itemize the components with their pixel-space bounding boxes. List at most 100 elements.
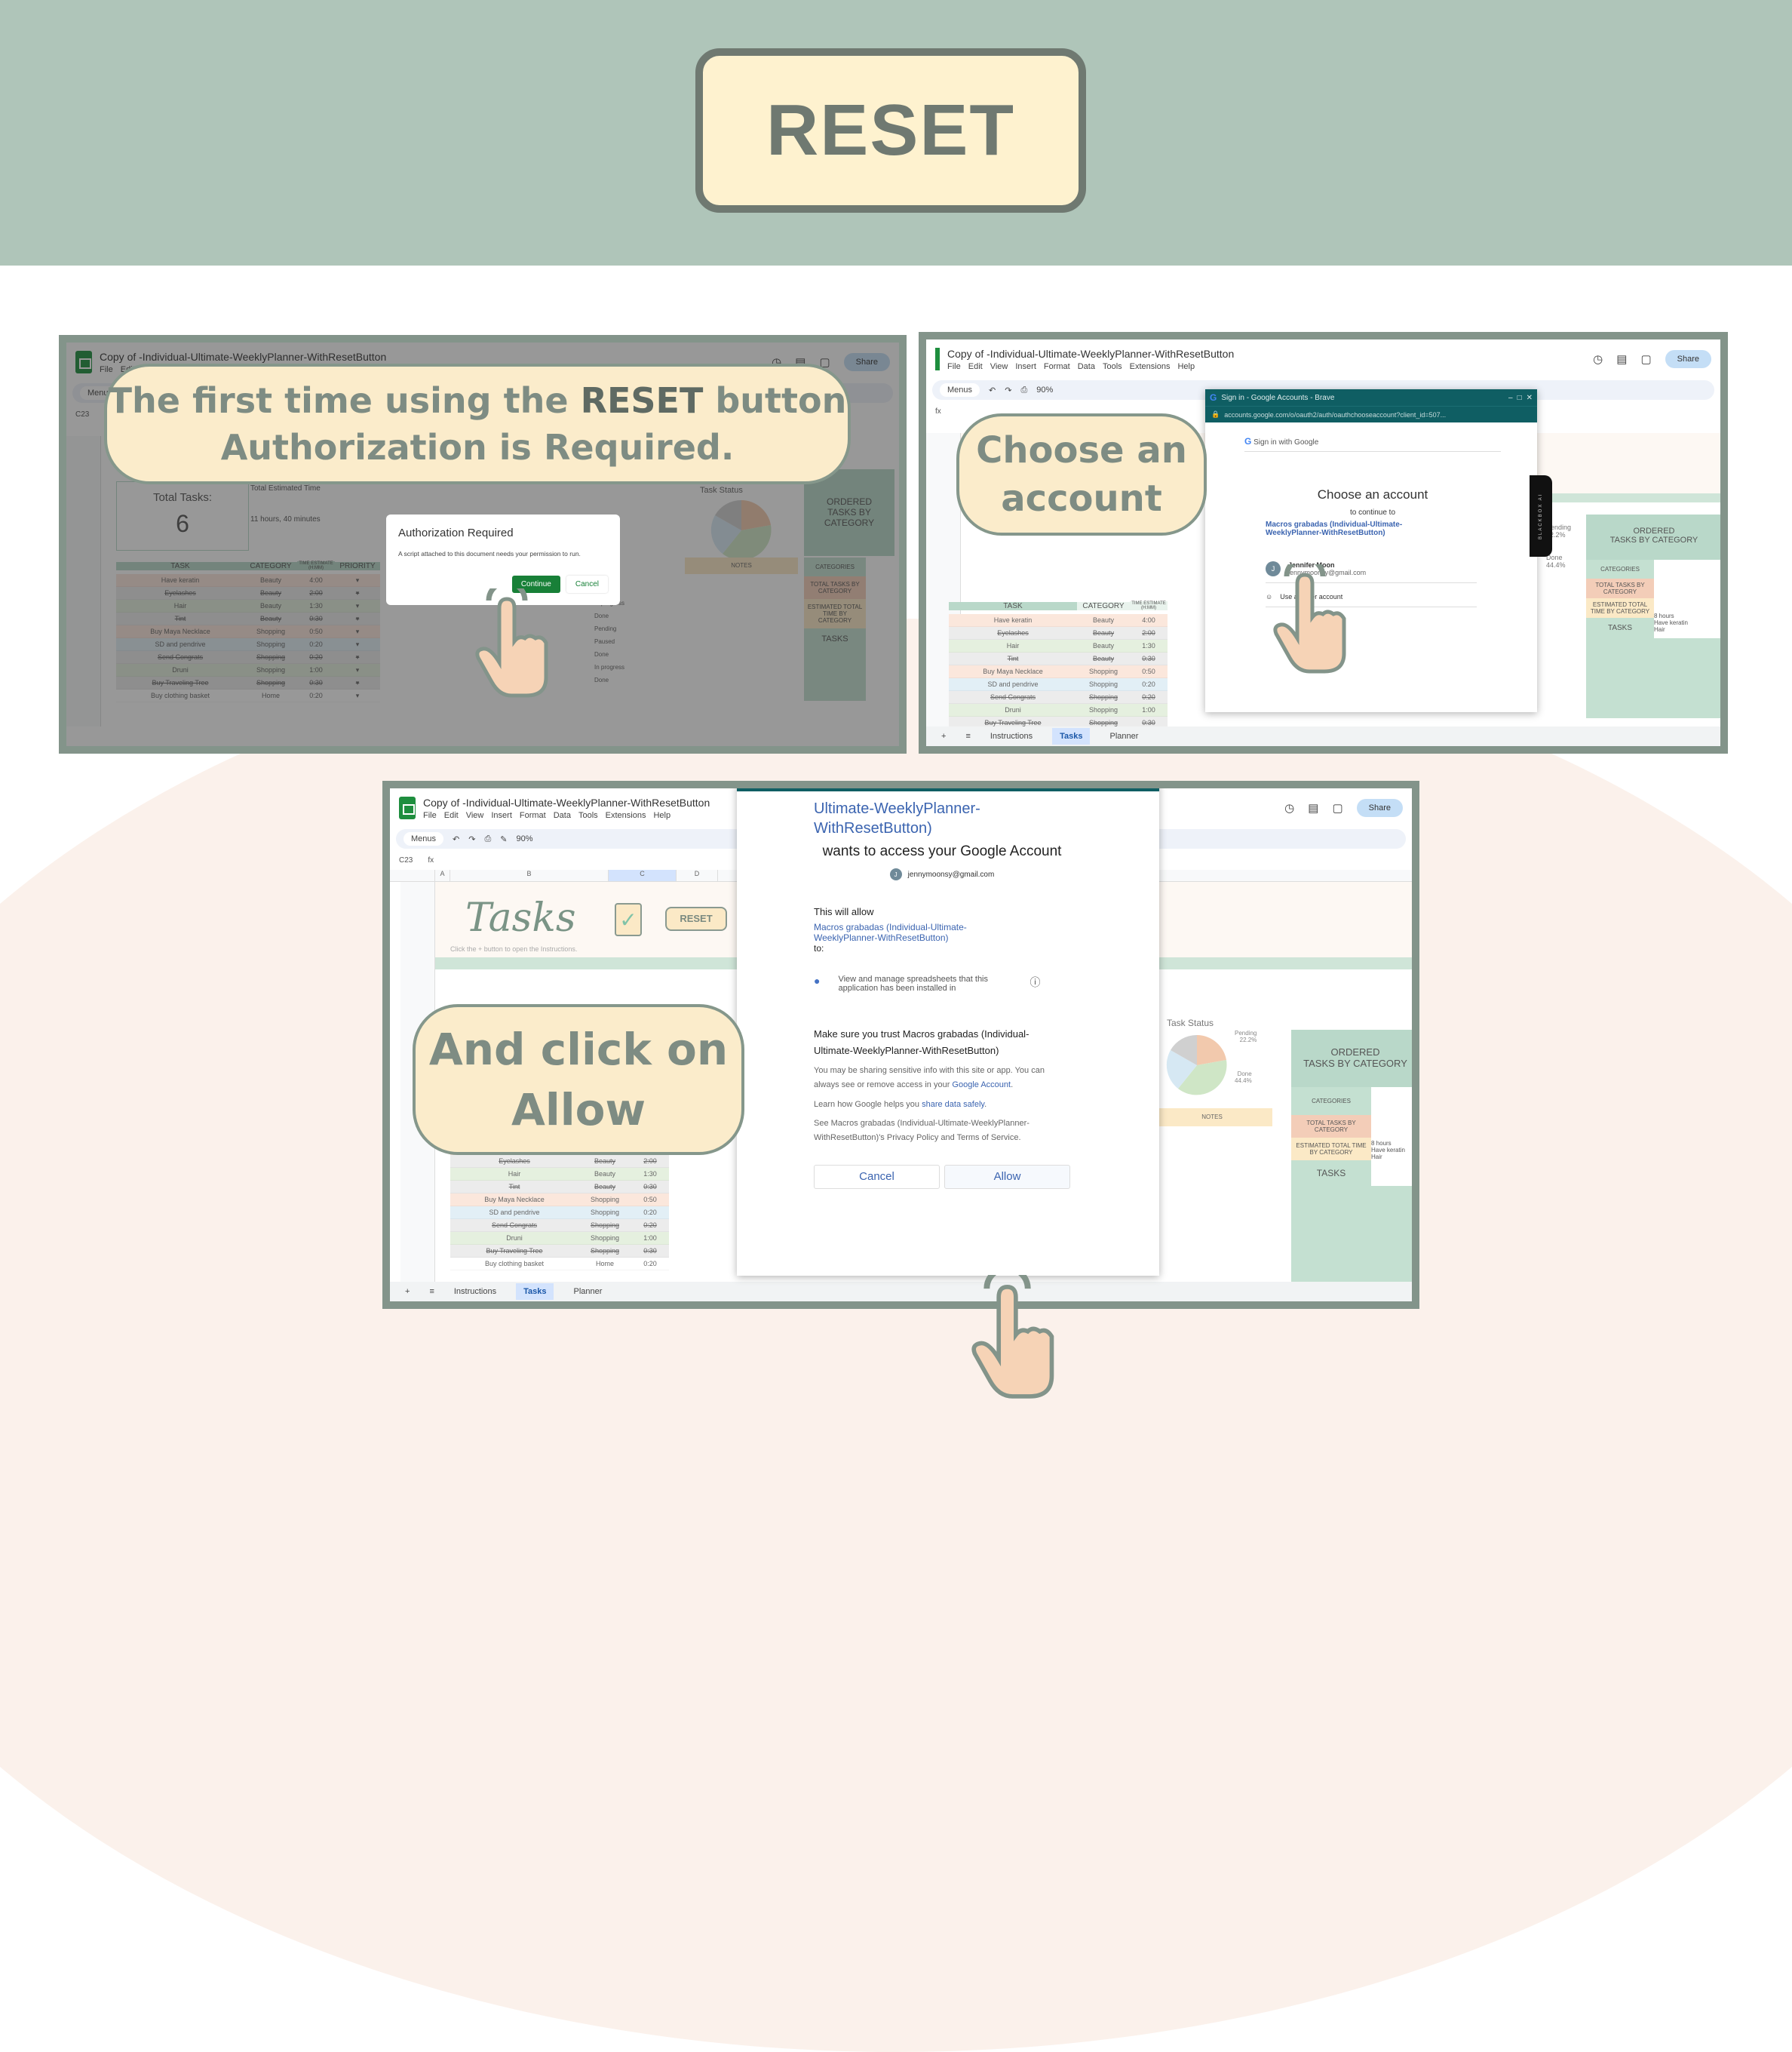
cell-task[interactable]: Buy Maya Necklace xyxy=(450,1196,578,1203)
meet-icon[interactable]: ▢ xyxy=(1640,352,1651,366)
history-icon[interactable]: ◷ xyxy=(1284,801,1294,815)
cell-task[interactable]: Have keratin xyxy=(949,616,1077,624)
cell-task[interactable]: Hair xyxy=(450,1170,578,1178)
cell-category[interactable]: Shopping xyxy=(578,1221,631,1229)
all-sheets-icon[interactable]: ≡ xyxy=(965,732,970,741)
undo-icon[interactable]: ↶ xyxy=(453,834,459,844)
cell-task[interactable]: Buy Traveling Tree xyxy=(450,1247,578,1255)
maximize-icon[interactable]: □ xyxy=(1517,394,1522,402)
cell-time[interactable]: 0:50 xyxy=(631,1196,669,1203)
cell-time[interactable]: 4:00 xyxy=(1130,616,1168,624)
cell-time[interactable]: 1:00 xyxy=(1130,706,1168,714)
comment-icon[interactable]: ▤ xyxy=(1616,352,1627,366)
undo-icon[interactable]: ↶ xyxy=(989,386,996,395)
tab-planner[interactable]: Planner xyxy=(1109,732,1138,741)
cancel-button[interactable]: Cancel xyxy=(566,576,608,593)
menu-item[interactable]: Tools xyxy=(1103,362,1122,371)
cell-task[interactable]: Eyelashes xyxy=(450,1157,578,1165)
menu-item[interactable]: Edit xyxy=(444,811,459,820)
app-name-link[interactable]: Macros grabadas (Individual-Ultimate-Wee… xyxy=(814,922,1025,943)
cell-task[interactable]: Tint xyxy=(949,655,1077,662)
minimize-icon[interactable]: – xyxy=(1508,394,1513,402)
close-icon[interactable]: ✕ xyxy=(1527,394,1533,402)
menu-item[interactable]: Help xyxy=(1177,362,1195,371)
cell-category[interactable]: Beauty xyxy=(1077,655,1130,662)
tab-tasks[interactable]: Tasks xyxy=(516,1283,554,1300)
tab-planner[interactable]: Planner xyxy=(573,1287,602,1296)
allow-button[interactable]: Allow xyxy=(944,1165,1070,1189)
menu-item[interactable]: Edit xyxy=(968,362,983,371)
cell-task[interactable]: Tint xyxy=(450,1183,578,1190)
share-button[interactable]: Share xyxy=(1356,799,1403,817)
cell-task[interactable]: Eyelashes xyxy=(949,629,1077,637)
share-button[interactable]: Share xyxy=(1665,350,1711,368)
cell-category[interactable]: Beauty xyxy=(578,1183,631,1190)
menu-item[interactable]: Extensions xyxy=(1130,362,1171,371)
cell-time[interactable]: 0:30 xyxy=(631,1247,669,1255)
google-account-link[interactable]: Google Account xyxy=(952,1080,1011,1089)
tab-instructions[interactable]: Instructions xyxy=(990,732,1033,741)
zoom-select[interactable]: 90% xyxy=(517,834,533,843)
print-icon[interactable]: ⎙ xyxy=(484,834,491,844)
cell-category[interactable]: Shopping xyxy=(578,1234,631,1242)
tab-instructions[interactable]: Instructions xyxy=(454,1287,496,1296)
menus-search[interactable]: Menus xyxy=(404,832,444,846)
info-icon[interactable]: ⓘ xyxy=(1029,975,1040,993)
cell-task[interactable]: Druni xyxy=(450,1234,578,1242)
cell-task[interactable]: SD and pendrive xyxy=(450,1209,578,1216)
cell-reference[interactable]: C23 xyxy=(399,856,413,865)
menus-search[interactable]: Menus xyxy=(940,383,980,397)
cell-task[interactable]: SD and pendrive xyxy=(949,680,1077,688)
reset-button[interactable]: RESET xyxy=(665,907,727,931)
share-data-safely-link[interactable]: share data safely xyxy=(922,1100,984,1109)
print-icon[interactable]: ⎙ xyxy=(1020,386,1027,395)
cell-time[interactable]: 2:00 xyxy=(1130,629,1168,637)
cell-category[interactable]: Beauty xyxy=(1077,629,1130,637)
cell-category[interactable]: Beauty xyxy=(1077,616,1130,624)
blackbox-sidebar[interactable]: BLACKBOX AI xyxy=(1530,475,1552,557)
cell-task[interactable]: Buy Traveling Tree xyxy=(949,719,1077,726)
menu-item[interactable]: Extensions xyxy=(606,811,646,820)
cell-time[interactable]: 0:30 xyxy=(1130,655,1168,662)
app-name-link[interactable]: Macros grabadas (Individual-Ultimate-Wee… xyxy=(1266,521,1439,537)
cell-category[interactable]: Shopping xyxy=(1077,719,1130,726)
cell-time[interactable]: 1:30 xyxy=(1130,642,1168,650)
cell-task[interactable]: Send Congrats xyxy=(450,1221,578,1229)
cell-time[interactable]: 1:00 xyxy=(631,1234,669,1242)
menu-item[interactable]: Data xyxy=(1078,362,1095,371)
cell-task[interactable]: Send Congrats xyxy=(949,693,1077,701)
tab-tasks[interactable]: Tasks xyxy=(1052,728,1091,745)
paint-format-icon[interactable]: ✎ xyxy=(500,834,507,844)
cell-category[interactable]: Shopping xyxy=(1077,706,1130,714)
cell-time[interactable]: 0:30 xyxy=(1130,719,1168,726)
menu-item[interactable]: View xyxy=(466,811,484,820)
menu-item[interactable]: Insert xyxy=(1015,362,1036,371)
zoom-select[interactable]: 90% xyxy=(1036,386,1053,395)
cell-task[interactable]: Buy clothing basket xyxy=(450,1260,578,1267)
menu-item[interactable]: View xyxy=(990,362,1008,371)
cell-category[interactable]: Beauty xyxy=(578,1157,631,1165)
cell-time[interactable]: 2:00 xyxy=(631,1157,669,1165)
cell-category[interactable]: Shopping xyxy=(578,1209,631,1216)
cell-category[interactable]: Shopping xyxy=(1077,668,1130,675)
menu-item[interactable]: Format xyxy=(520,811,546,820)
cell-time[interactable]: 0:20 xyxy=(631,1260,669,1267)
cell-task[interactable]: Hair xyxy=(949,642,1077,650)
menu-item[interactable]: Tools xyxy=(578,811,598,820)
cell-category[interactable]: Shopping xyxy=(578,1247,631,1255)
cell-time[interactable]: 1:30 xyxy=(631,1170,669,1178)
comment-icon[interactable]: ▤ xyxy=(1308,801,1318,815)
redo-icon[interactable]: ↷ xyxy=(468,834,475,844)
menu-item[interactable]: Help xyxy=(653,811,670,820)
cell-time[interactable]: 0:50 xyxy=(1130,668,1168,675)
cell-task[interactable]: Buy Maya Necklace xyxy=(949,668,1077,675)
menu-item[interactable]: Insert xyxy=(491,811,512,820)
menu-item[interactable]: File xyxy=(947,362,961,371)
cell-time[interactable]: 0:20 xyxy=(631,1209,669,1216)
all-sheets-icon[interactable]: ≡ xyxy=(429,1287,434,1296)
cell-time[interactable]: 0:20 xyxy=(1130,693,1168,701)
add-sheet-icon[interactable]: + xyxy=(405,1287,410,1296)
cell-task[interactable]: Druni xyxy=(949,706,1077,714)
add-sheet-icon[interactable]: + xyxy=(941,732,946,741)
cell-time[interactable]: 0:20 xyxy=(1130,680,1168,688)
